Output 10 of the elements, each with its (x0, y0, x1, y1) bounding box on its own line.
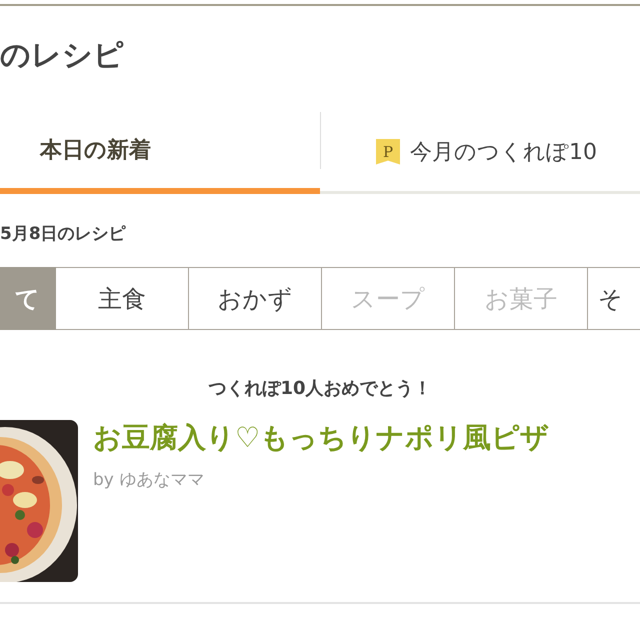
date-heading: 5月8日のレシピ (0, 223, 126, 245)
category-tab[interactable]: おかず (189, 267, 322, 330)
category-tab[interactable]: そ (588, 267, 640, 330)
points-badge: P (376, 138, 400, 164)
recipe-author: by ゆあなママ (93, 469, 204, 491)
tab[interactable]: 本日の新着 (0, 112, 320, 194)
congrats-text: つくれぽ10人おめでとう！ (208, 377, 432, 400)
page-title: のレシピ (0, 37, 124, 75)
category-tab[interactable]: 主食 (56, 267, 189, 330)
tab[interactable]: P 今月のつくれぽ10 (320, 112, 640, 194)
